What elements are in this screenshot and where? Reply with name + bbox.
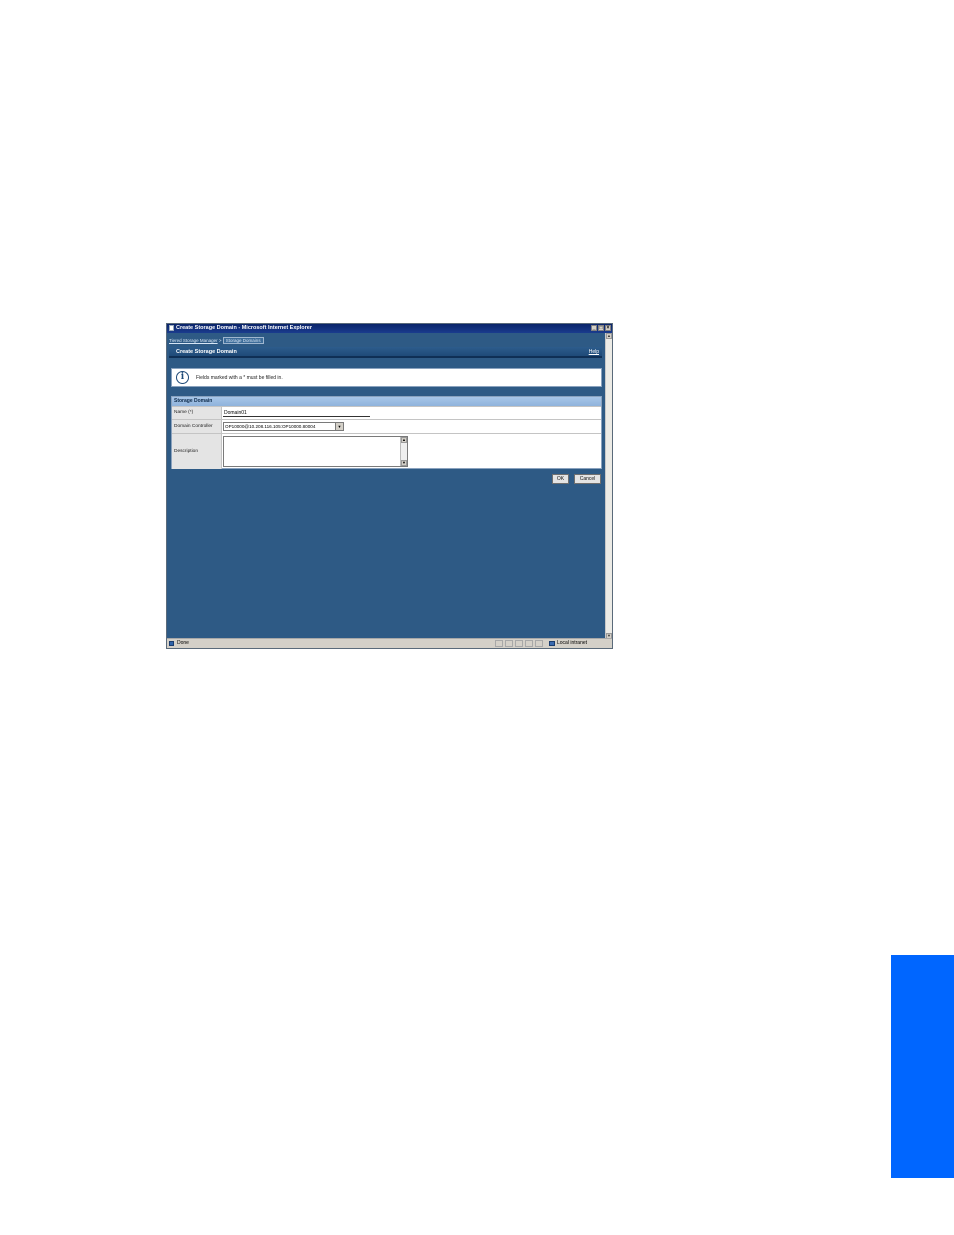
status-segment (535, 640, 543, 647)
breadcrumb-current-storage-domains[interactable]: Storage Domains (222, 337, 264, 344)
intranet-zone-icon (549, 641, 555, 646)
description-label: Description (172, 434, 222, 469)
page-done-icon (169, 641, 174, 646)
info-message: i Fields marked with a * must be filled … (171, 368, 602, 387)
page-edge-tab (891, 955, 954, 1178)
minimize-button[interactable]: _ (591, 325, 597, 331)
cancel-button[interactable]: Cancel (574, 474, 601, 484)
domain-controller-label: Domain Controller (172, 420, 222, 433)
page-title: Create Storage Domain (176, 349, 237, 355)
status-bar: Done Local intranet (167, 638, 612, 648)
info-message-text: Fields marked with a * must be filled in… (196, 375, 283, 381)
scroll-up-icon[interactable]: ▲ (401, 437, 407, 443)
name-input[interactable] (223, 409, 370, 417)
description-textarea[interactable]: ▲ ▼ (223, 436, 408, 467)
domain-controller-select[interactable]: OP10000@10.208.116.105:OP10000.80004 ▼ (223, 422, 344, 431)
page-header: Create Storage Domain Help (169, 347, 602, 358)
close-button[interactable]: × (605, 325, 611, 331)
vertical-scrollbar[interactable]: ▲ ▼ (605, 333, 612, 639)
browser-window: Create Storage Domain - Microsoft Intern… (166, 323, 613, 649)
domain-controller-value: OP10000@10.208.116.105:OP10000.80004 (225, 424, 316, 429)
maximize-button[interactable]: □ (598, 325, 604, 331)
domain-controller-row: Domain Controller OP10000@10.208.116.105… (172, 419, 601, 433)
help-link[interactable]: Help (589, 347, 599, 358)
storage-domain-panel: Storage Domain Name (*) Domain Controlle… (171, 396, 602, 469)
chevron-down-icon[interactable]: ▼ (335, 423, 343, 430)
window-title: Create Storage Domain - Microsoft Intern… (176, 325, 312, 331)
status-segment (495, 640, 503, 647)
status-segment (505, 640, 513, 647)
status-text: Done (177, 640, 189, 646)
title-bar: Create Storage Domain - Microsoft Intern… (167, 324, 612, 333)
description-scrollbar[interactable]: ▲ ▼ (400, 437, 407, 466)
status-segment (515, 640, 523, 647)
name-row: Name (*) (172, 406, 601, 419)
status-segment (525, 640, 533, 647)
name-label: Name (*) (172, 407, 222, 419)
breadcrumb-link-tiered-storage-manager[interactable]: Tiered Storage Manager (169, 338, 218, 343)
scroll-down-icon[interactable]: ▼ (401, 460, 407, 466)
description-row: Description ▲ ▼ (172, 433, 601, 469)
breadcrumb: Tiered Storage Manager > Storage Domains (169, 337, 264, 344)
breadcrumb-separator: > (218, 338, 222, 343)
ie-page-icon (169, 325, 174, 331)
scroll-up-icon[interactable]: ▲ (606, 333, 612, 339)
panel-title: Storage Domain (172, 397, 601, 406)
security-zone-text: Local intranet (557, 640, 588, 646)
info-icon: i (176, 371, 189, 384)
ok-button[interactable]: OK (552, 474, 569, 484)
